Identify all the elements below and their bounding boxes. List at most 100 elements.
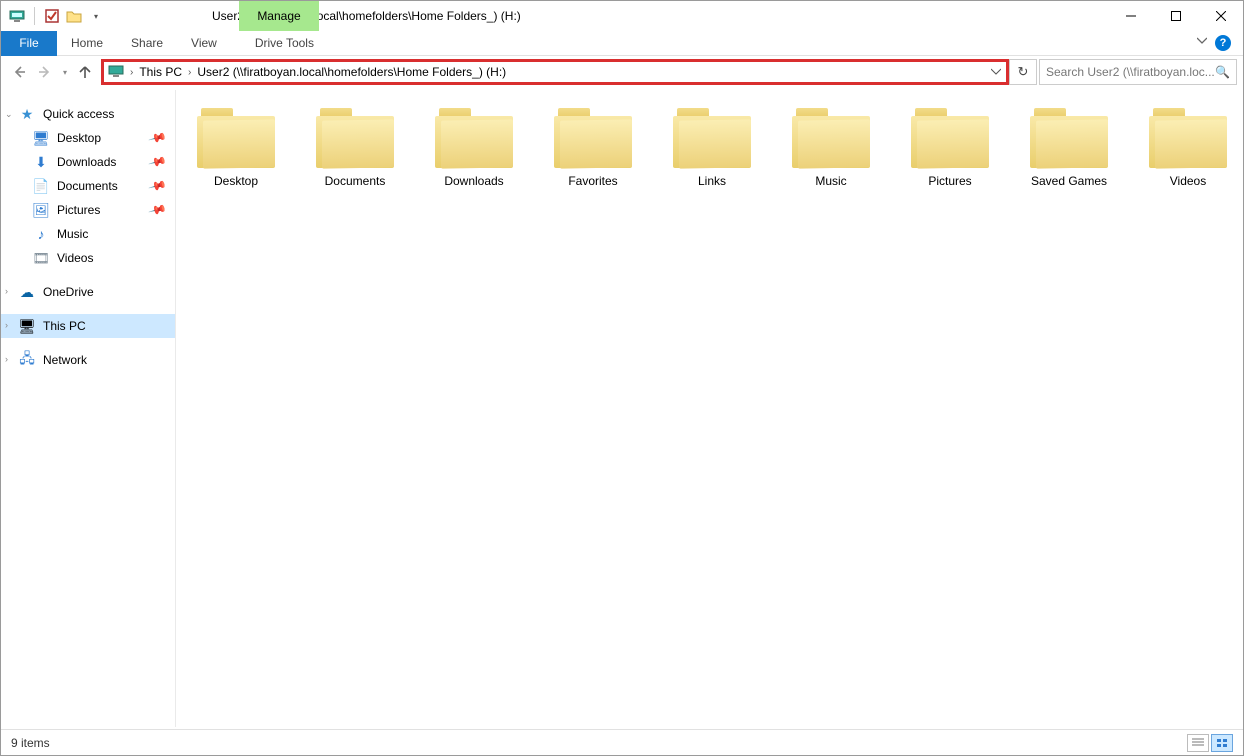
address-bar[interactable]: › This PC › User2 (\\firatboyan.local\ho… (101, 59, 1009, 85)
forward-button[interactable] (33, 60, 57, 84)
folder-item[interactable]: Links (672, 108, 752, 188)
sidebar-network[interactable]: ›🖧Network (1, 348, 175, 372)
sidebar-item-label: Network (43, 353, 87, 367)
sidebar-item-label: Desktop (57, 131, 101, 145)
back-button[interactable] (7, 60, 31, 84)
sidebar-item-label: Pictures (57, 203, 100, 217)
icons-view-button[interactable] (1211, 734, 1233, 752)
chevron-right-icon[interactable]: › (5, 286, 8, 296)
chevron-right-icon[interactable]: › (5, 354, 8, 364)
sidebar-item-label: Music (57, 227, 88, 241)
content-area[interactable]: Desktop Documents Downloads Favorites Links M… (176, 90, 1243, 727)
sidebar-quick-access[interactable]: ⌄ ★ Quick access (1, 102, 175, 126)
folder-icon (554, 108, 632, 168)
body: ⌄ ★ Quick access 🖥 Desktop 📌 ⬇ Downloads 📌 📄… (1, 90, 1243, 727)
sidebar-item-label: Videos (57, 251, 93, 265)
pin-icon: 📌 (148, 152, 168, 172)
sidebar-item-label: Downloads (57, 155, 116, 169)
contextual-tab-label: Manage (257, 9, 300, 23)
sidebar-item-label: Documents (57, 179, 118, 193)
new-folder-icon[interactable] (66, 8, 82, 24)
tab-drive-tools[interactable]: Drive Tools (241, 31, 328, 56)
sidebar-item-pictures[interactable]: 🖼 Pictures 📌 (1, 198, 175, 222)
folder-icon (911, 108, 989, 168)
folder-label: Documents (325, 174, 386, 188)
status-bar: 9 items (1, 729, 1243, 755)
recent-dropdown-icon[interactable]: ▾ (59, 60, 71, 84)
search-icon: 🔍 (1215, 65, 1230, 79)
tab-view[interactable]: View (177, 31, 231, 56)
folder-label: Desktop (214, 174, 258, 188)
folder-label: Downloads (444, 174, 503, 188)
folder-item[interactable]: Pictures (910, 108, 990, 188)
up-button[interactable] (73, 60, 97, 84)
minimize-button[interactable] (1108, 1, 1153, 30)
pc-icon[interactable] (9, 8, 25, 24)
pin-icon: 📌 (148, 200, 168, 220)
folder-icon (673, 108, 751, 168)
pc-small-icon (108, 63, 124, 82)
help-icon: ? (1215, 35, 1231, 51)
folder-icon (316, 108, 394, 168)
sidebar-item-videos[interactable]: 🎞 Videos (1, 246, 175, 270)
contextual-tab-manage[interactable]: Manage (239, 1, 319, 31)
tab-home[interactable]: Home (57, 31, 117, 56)
search-input[interactable]: Search User2 (\\firatboyan.loc... 🔍 (1039, 59, 1237, 85)
folder-icon (197, 108, 275, 168)
navigation-pane: ⌄ ★ Quick access 🖥 Desktop 📌 ⬇ Downloads 📌 📄… (1, 90, 176, 727)
maximize-button[interactable] (1153, 1, 1198, 30)
refresh-button[interactable]: ↻ (1009, 59, 1037, 85)
folder-label: Favorites (568, 174, 617, 188)
sidebar-item-label: This PC (43, 319, 86, 333)
sidebar-item-downloads[interactable]: ⬇ Downloads 📌 (1, 150, 175, 174)
folder-icon (1030, 108, 1108, 168)
details-view-button[interactable] (1187, 734, 1209, 752)
sidebar-item-desktop[interactable]: 🖥 Desktop 📌 (1, 126, 175, 150)
sidebar-item-label: Quick access (43, 107, 114, 121)
folder-item[interactable]: Saved Games (1029, 108, 1109, 188)
folder-label: Music (815, 174, 846, 188)
close-button[interactable] (1198, 1, 1243, 30)
qat-dropdown-icon[interactable]: ▾ (88, 8, 104, 24)
folder-grid: Desktop Documents Downloads Favorites Links M… (196, 108, 1243, 188)
sidebar-onedrive[interactable]: › ☁ OneDrive (1, 280, 175, 304)
pc-icon: 🖥 (19, 318, 35, 334)
documents-icon: 📄 (33, 178, 49, 194)
folder-icon (435, 108, 513, 168)
navigation-bar: ▾ › This PC › User2 (\\firatboyan.local\… (1, 56, 1243, 90)
ribbon-collapse-icon[interactable] (1197, 35, 1207, 48)
properties-icon[interactable] (44, 8, 60, 24)
file-tab[interactable]: File (1, 31, 57, 56)
help-button[interactable]: ? (1215, 35, 1231, 51)
downloads-icon: ⬇ (33, 154, 49, 170)
sidebar-item-documents[interactable]: 📄 Documents 📌 (1, 174, 175, 198)
folder-item[interactable]: Desktop (196, 108, 276, 188)
folder-item[interactable]: Music (791, 108, 871, 188)
breadcrumb-this-pc[interactable]: This PC (139, 65, 182, 79)
quick-access-toolbar: ▾ (1, 7, 104, 25)
folder-item[interactable]: Favorites (553, 108, 633, 188)
tab-share[interactable]: Share (117, 31, 177, 56)
folder-item[interactable]: Downloads (434, 108, 514, 188)
sidebar-this-pc[interactable]: › 🖥 This PC (1, 314, 175, 338)
folder-item[interactable]: Documents (315, 108, 395, 188)
videos-icon: 🎞 (33, 250, 49, 266)
chevron-down-icon[interactable]: ⌄ (5, 109, 13, 120)
sidebar-item-music[interactable]: ♪Music (1, 222, 175, 246)
folder-item[interactable]: Videos (1148, 108, 1228, 188)
chevron-right-icon[interactable]: › (5, 320, 8, 330)
chevron-right-icon[interactable]: › (128, 67, 135, 78)
pin-icon: 📌 (148, 128, 168, 148)
folder-label: Links (698, 174, 726, 188)
desktop-icon: 🖥 (33, 130, 49, 146)
item-count: 9 items (11, 736, 50, 750)
search-placeholder: Search User2 (\\firatboyan.loc... (1046, 65, 1215, 79)
titlebar: ▾ Manage User2 (\\firatboyan.local\homef… (1, 1, 1243, 31)
sidebar-item-label: OneDrive (43, 285, 94, 299)
pictures-icon: 🖼 (33, 202, 49, 218)
chevron-right-icon[interactable]: › (186, 67, 193, 78)
cloud-icon: ☁ (19, 284, 35, 300)
star-icon: ★ (19, 106, 35, 122)
pin-icon: 📌 (148, 176, 168, 196)
breadcrumb-location[interactable]: User2 (\\firatboyan.local\homefolders\Ho… (197, 65, 506, 79)
